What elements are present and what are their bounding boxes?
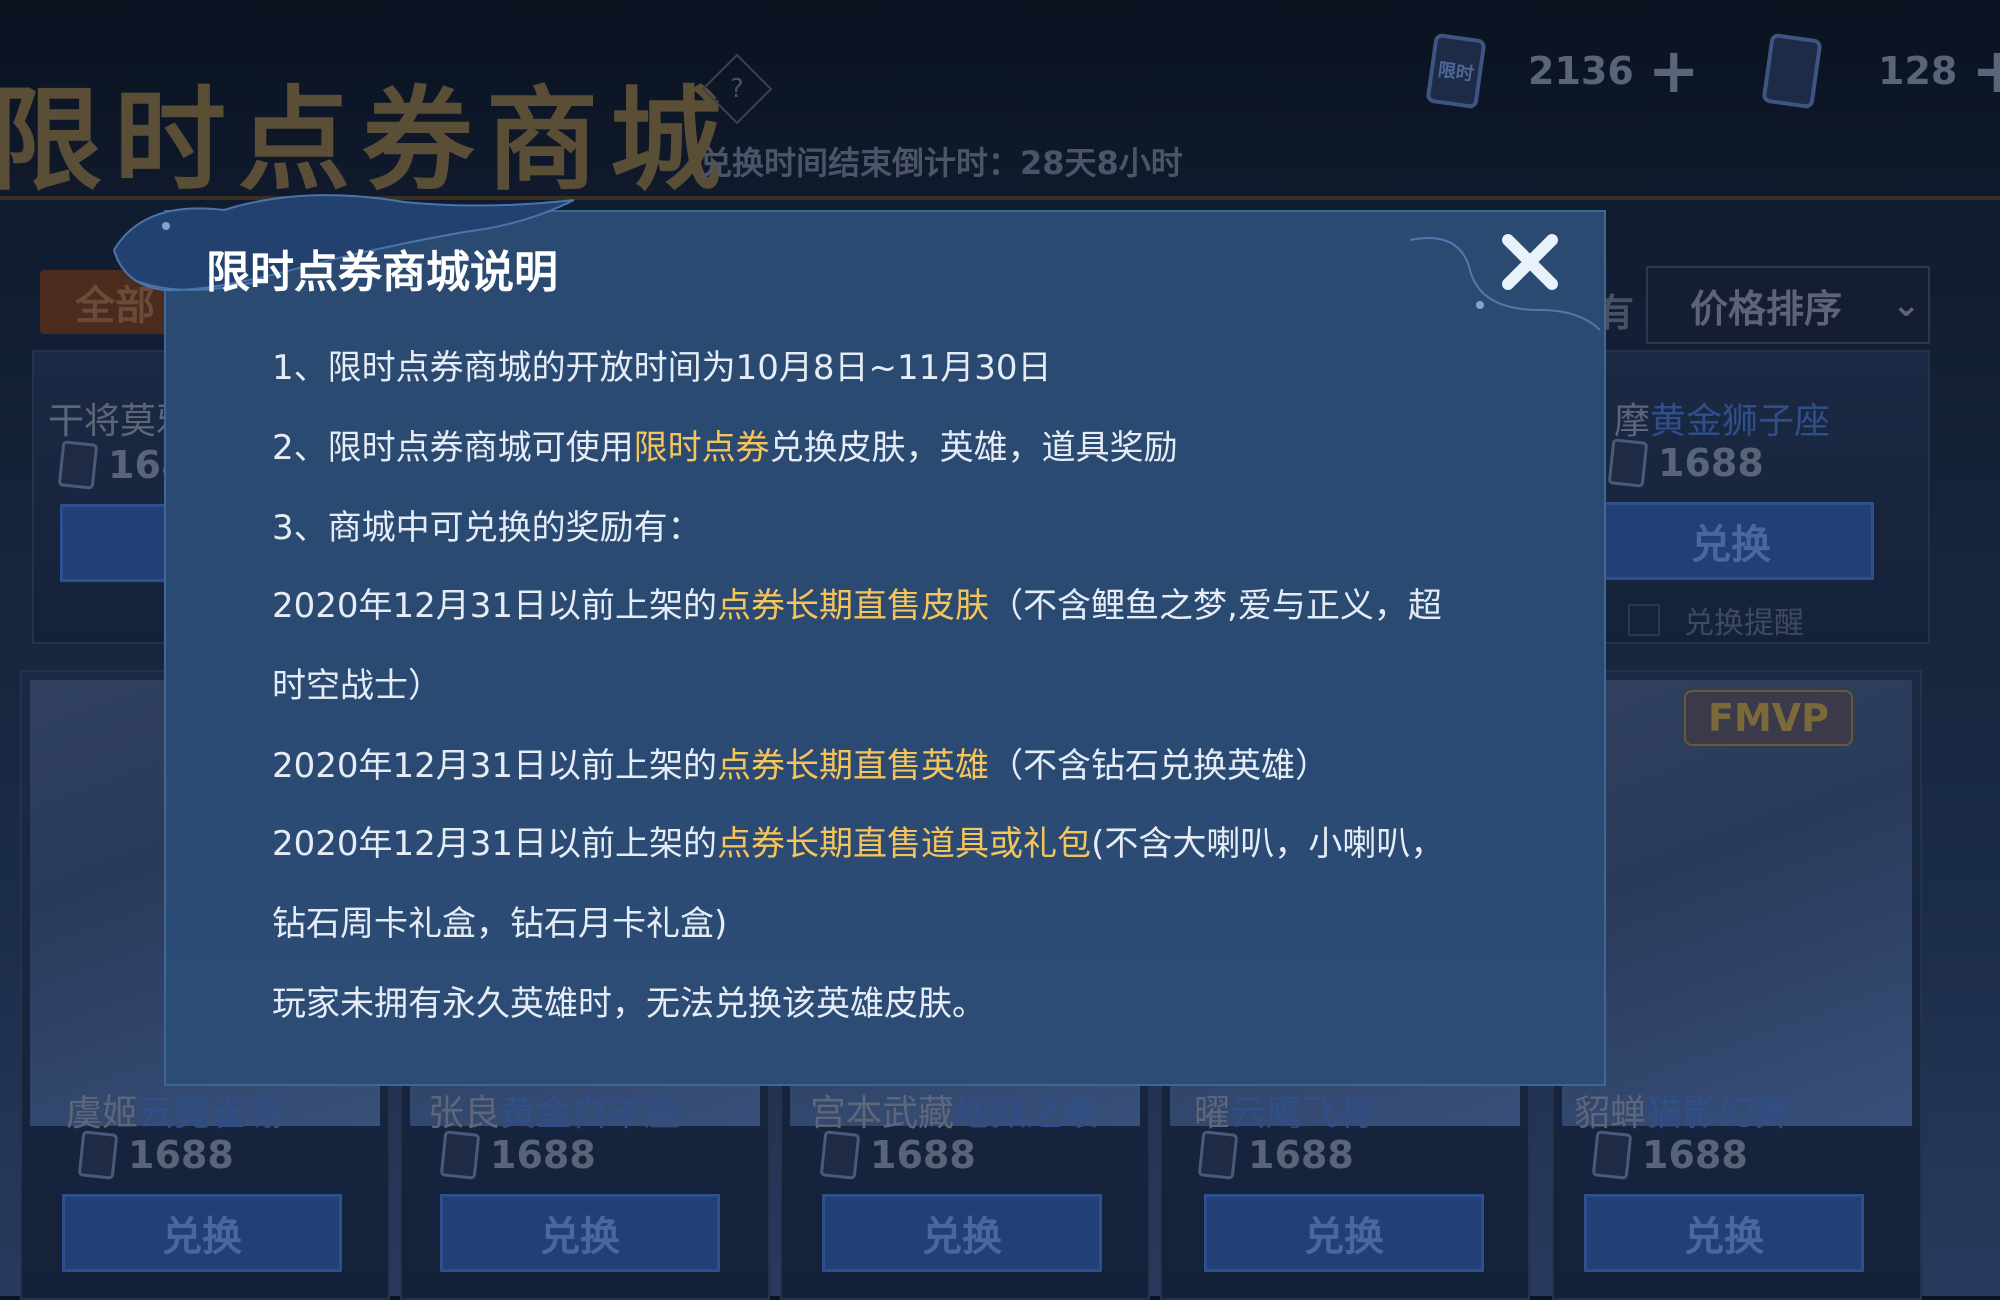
skin-name: 虞姬云霓雀翎 [66,1093,283,1134]
sort-dropdown[interactable]: 价格排序 ⌄ [1646,266,1930,344]
sort-label: 价格排序 [1690,286,1843,331]
skin-name: 宫本武藏地狱之眼 [810,1093,1099,1134]
rule-line-heroes: 2020年12月31日以前上架的点券长期直售英雄（不含钻石兑换英雄） [272,746,1330,786]
price: 1688 [1591,1130,1748,1180]
close-button[interactable] [1494,226,1566,298]
currency-value: 2136 [1528,49,1634,93]
exchange-button[interactable]: 兑换 [1204,1194,1484,1272]
rule-line-skins-cont: 时空战士） [272,666,442,706]
price: 1688 [1607,438,1764,488]
ticket-icon [1197,1130,1239,1180]
modal-title: 限时点券商城说明 [206,247,558,298]
chevron-down-icon: ⌄ [1892,285,1921,325]
exchange-button[interactable]: 兑换 [1588,502,1874,580]
countdown-text: 兑换时间结束倒计时：28天8小时 [700,144,1183,182]
rule-line-2: 2、限时点券商城可使用限时点券兑换皮肤，英雄，道具奖励 [272,428,1178,468]
price: 1688 [439,1130,596,1180]
currency-limited: 限时 2136 + [1425,32,1700,110]
product-card[interactable]: FMVP 貂蝉猫影幻舞 1688 兑换 [1552,670,1922,1300]
price: 1688 [77,1130,234,1180]
skin-name: 曜云鹰飞将 [1194,1093,1375,1134]
blue-ticket-icon [1761,32,1823,110]
exchange-button[interactable]: 兑换 [822,1194,1102,1272]
rule-line-items: 2020年12月31日以前上架的点券长期直售道具或礼包(不含大喇叭，小喇叭， [272,824,1445,864]
rule-line-skins: 2020年12月31日以前上架的点券长期直售皮肤（不含鲤鱼之梦,爱与正义，超 [272,586,1442,626]
skin-name: 貂蝉猫影幻舞 [1574,1093,1791,1134]
price: 1688 [819,1130,976,1180]
close-icon [1502,234,1558,290]
product-card[interactable]: 摩黄金狮子座 1688 兑换 兑换提醒 [1560,350,1930,644]
ticket-icon [439,1130,481,1180]
exchange-button[interactable]: 兑换 [1584,1194,1864,1272]
fmvp-badge: FMVP [1684,690,1854,746]
reminder-checkbox[interactable] [1628,604,1660,636]
add-currency-button[interactable]: + [1648,40,1700,102]
currency-blue: 128 + [1761,32,2000,110]
skin-name: 摩黄金狮子座 [1614,401,1831,442]
exchange-button[interactable]: 兑换 [440,1194,720,1272]
ticket-icon [57,440,99,490]
exchange-reminder[interactable]: 兑换提醒 [1628,598,1804,642]
rule-line-1: 1、限时点券商城的开放时间为10月8日~11月30日 [272,348,1052,388]
rule-line-note: 玩家未拥有永久英雄时，无法兑换该英雄皮肤。 [272,984,986,1024]
limited-ticket-icon: 限时 [1425,32,1487,110]
add-currency-button[interactable]: + [1971,40,2000,102]
ticket-icon [1591,1130,1633,1180]
ticket-icon [1607,438,1649,488]
ticket-icon [819,1130,861,1180]
skin-name: 张良黄金白羊座 [428,1093,681,1134]
price: 1688 [1197,1130,1354,1180]
currency-value: 128 [1878,49,1958,93]
ticket-icon [77,1130,119,1180]
exchange-button[interactable]: 兑换 [62,1194,342,1272]
rule-line-items-cont: 钻石周卡礼盒，钻石月卡礼盒) [272,904,728,944]
rule-line-3: 3、商城中可兑换的奖励有： [272,508,702,548]
hero-art-image [1562,680,1912,1126]
